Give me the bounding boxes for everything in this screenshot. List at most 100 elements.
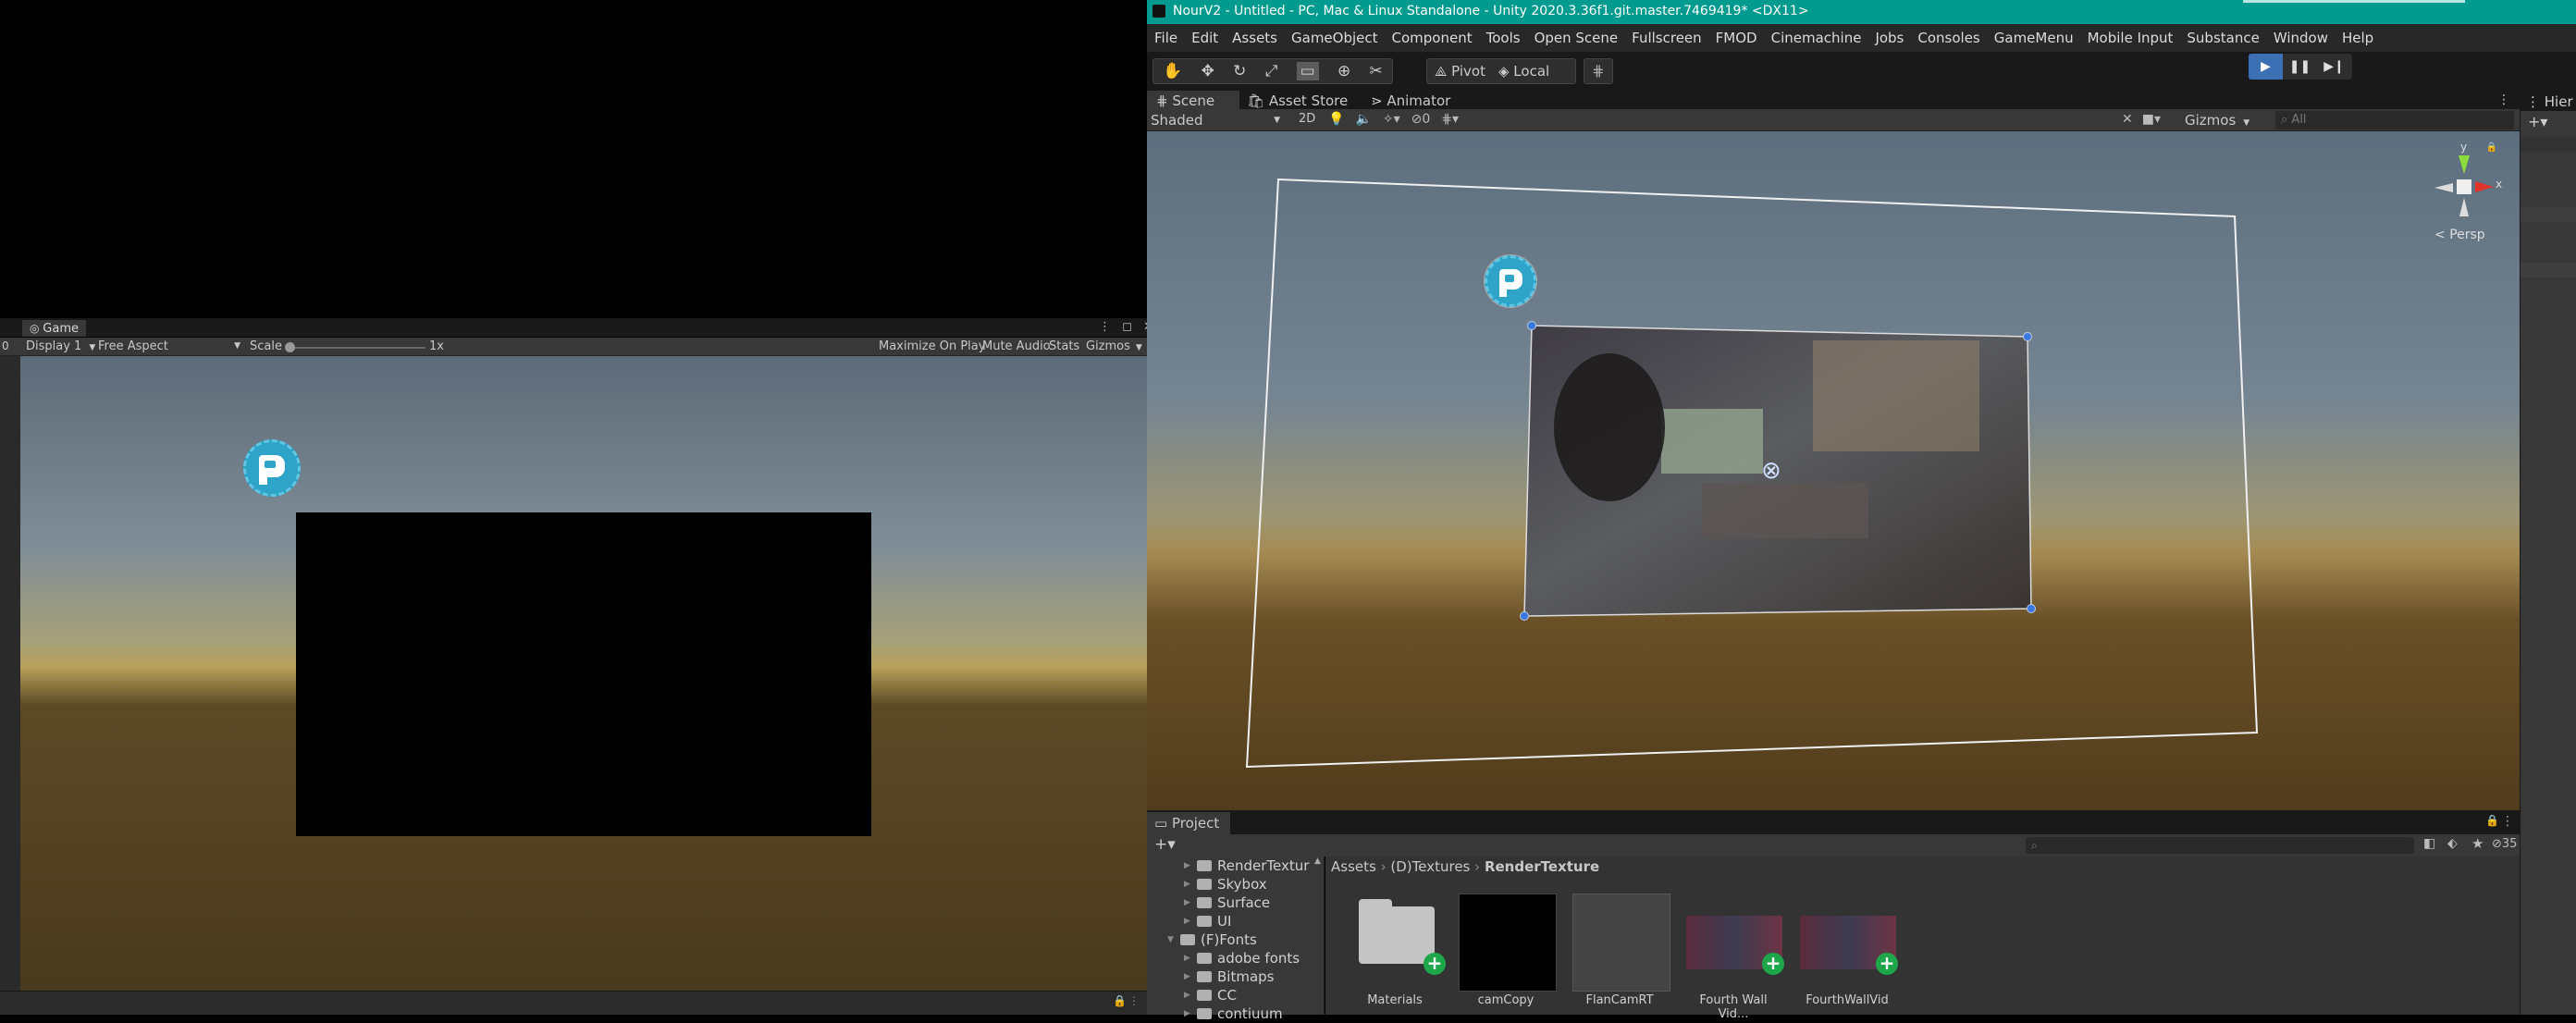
tools-icon[interactable]: ✕ xyxy=(2122,112,2133,127)
rect-pivot-icon[interactable]: ⊗ xyxy=(1761,457,1781,485)
menu-file[interactable]: File xyxy=(1154,24,1177,52)
custom-tool-icon[interactable]: ✂ xyxy=(1370,62,1383,80)
tree-scrollbar[interactable]: ▲ xyxy=(1314,857,1322,875)
menu-window[interactable]: Window xyxy=(2274,24,2328,52)
tree-item[interactable]: ▶ Skybox xyxy=(1147,875,1323,894)
gizmo-center-cube[interactable] xyxy=(2457,179,2471,194)
rect-handle-tr[interactable] xyxy=(2023,332,2032,341)
orientation-gizmo[interactable]: 🔒 y x < Persp xyxy=(2418,141,2502,244)
rect-tool-icon[interactable]: ▭ xyxy=(1296,62,1319,80)
scene-viewport[interactable]: ⊗ 🔒 y x < Persp xyxy=(1147,131,2520,810)
tab-animator[interactable]: ⋗ Animator xyxy=(1371,91,1450,111)
gizmo-x-cone[interactable] xyxy=(2475,181,2494,192)
menu-jobs[interactable]: Jobs xyxy=(1875,24,1904,52)
menu-mobile-input[interactable]: Mobile Input xyxy=(2088,24,2174,52)
hierarchy-row[interactable] xyxy=(2521,207,2576,222)
filter-type-icon[interactable]: ◧ xyxy=(2423,836,2435,851)
chevron-right-icon[interactable]: ▶ xyxy=(1184,880,1191,889)
2d-toggle[interactable]: 2D xyxy=(1299,112,1315,126)
rect-handle-bl[interactable] xyxy=(1520,611,1529,621)
tab-project[interactable]: ▭ Project xyxy=(1147,812,1230,834)
grid-snap-button[interactable]: ⋕ xyxy=(1584,58,1613,84)
breadcrumb-rendertexture[interactable]: RenderTexture xyxy=(1485,858,1599,875)
menu-cinemachine[interactable]: Cinemachine xyxy=(1771,24,1862,52)
scale-tool-icon[interactable]: ⤢ xyxy=(1265,62,1278,80)
lighting-icon[interactable]: 💡 xyxy=(1328,112,1344,127)
effects-icon[interactable]: ✧▾ xyxy=(1383,112,1400,127)
chevron-down-icon[interactable]: ▼ xyxy=(1167,935,1175,944)
menu-gamemenu[interactable]: GameMenu xyxy=(1994,24,2074,52)
hierarchy-add-button[interactable]: +▾ xyxy=(2528,113,2547,130)
menu-substance[interactable]: Substance xyxy=(2187,24,2259,52)
mute-audio-button[interactable]: Mute Audio xyxy=(982,339,1051,353)
hierarchy-row[interactable] xyxy=(2521,263,2576,277)
scene-gizmos-dropdown[interactable]: Gizmos ▼ xyxy=(2185,112,2249,129)
menu-fullscreen[interactable]: Fullscreen xyxy=(1632,24,1702,52)
create-asset-button[interactable]: +▾ xyxy=(1154,835,1176,854)
hidden-packages-icon[interactable]: ⊘35 xyxy=(2492,837,2517,851)
menu-tools[interactable]: Tools xyxy=(1486,24,1521,52)
audio-icon[interactable]: 🔈 xyxy=(1355,112,1371,127)
visibility-icon[interactable]: ⊘0 xyxy=(1411,112,1431,127)
chevron-right-icon[interactable]: ▶ xyxy=(1184,1009,1191,1018)
breadcrumb-assets[interactable]: Assets xyxy=(1331,858,1376,875)
gizmo-neg-x-cone[interactable] xyxy=(2434,183,2453,192)
lock-icon[interactable]: 🔒 xyxy=(1113,994,1127,1007)
tree-item[interactable]: ▶ UI xyxy=(1147,912,1323,931)
game-gizmos-dropdown[interactable]: Gizmos ▼ xyxy=(1086,339,1142,353)
tree-item[interactable]: ▶ RenderTextur xyxy=(1147,857,1323,875)
transform-tool-icon[interactable]: ⊕ xyxy=(1337,62,1350,80)
chevron-right-icon[interactable]: ▶ xyxy=(1184,991,1191,1000)
maximize-on-play-button[interactable]: Maximize On Play xyxy=(879,339,985,353)
display-dropdown[interactable]: Display 1 ▼ xyxy=(26,339,95,353)
tree-item[interactable]: ▶ adobe fonts xyxy=(1147,949,1323,968)
favorite-icon[interactable]: ★ xyxy=(2471,835,2484,852)
tree-item[interactable]: ▶ Bitmaps xyxy=(1147,968,1323,986)
tree-item[interactable]: ▼ (F)Fonts xyxy=(1147,931,1323,949)
tree-item[interactable]: ▶ CC xyxy=(1147,986,1323,1005)
menu-help[interactable]: Help xyxy=(2342,24,2373,52)
grid-icon[interactable]: ⋕▾ xyxy=(1441,112,1459,127)
asset-tile-materials[interactable]: + Materials xyxy=(1344,894,1446,1014)
rect-handle-tl[interactable] xyxy=(1527,321,1536,330)
scale-slider[interactable] xyxy=(285,342,425,352)
tab-scene[interactable]: ⋕ Scene xyxy=(1147,91,1239,111)
step-button[interactable]: ▶❙ xyxy=(2317,54,2351,80)
menu-fmod[interactable]: FMOD xyxy=(1716,24,1757,52)
tab-asset-store[interactable]: 🛍 Asset Store xyxy=(1247,91,1348,111)
tree-item[interactable]: ▶ Surface xyxy=(1147,894,1323,912)
asset-tile-camcopy[interactable]: camCopy xyxy=(1455,894,1557,1014)
filter-label-icon[interactable]: ⬖ xyxy=(2447,836,2458,851)
chevron-right-icon[interactable]: ▶ xyxy=(1184,954,1191,963)
menu-assets[interactable]: Assets xyxy=(1232,24,1277,52)
breadcrumb-textures[interactable]: (D)Textures xyxy=(1390,858,1470,875)
menu-open-scene[interactable]: Open Scene xyxy=(1535,24,1619,52)
asset-tile-flancamrt[interactable]: FlanCamRT xyxy=(1569,894,1670,1014)
menu-gameobject[interactable]: GameObject xyxy=(1291,24,1378,52)
gizmo-lock-icon[interactable]: 🔒 xyxy=(2486,142,2497,153)
menu-edit[interactable]: Edit xyxy=(1191,24,1218,52)
asset-tile-fourthwallvid[interactable]: + FourthWallVid xyxy=(1796,894,1898,1014)
chevron-right-icon[interactable]: ▶ xyxy=(1184,917,1191,926)
chevron-right-icon[interactable]: ▶ xyxy=(1184,972,1191,981)
maximize-icon[interactable]: ◻ xyxy=(1122,320,1132,334)
pivot-toggle[interactable]: ⟁ Pivot xyxy=(1427,63,1485,80)
rotate-tool-icon[interactable]: ↻ xyxy=(1233,62,1246,80)
scene-search-field[interactable]: ⌕ All xyxy=(2275,111,2514,129)
aspect-dropdown[interactable]: Free Aspect ▼ xyxy=(98,339,240,353)
asset-tile-fourth-wall-vid[interactable]: + Fourth Wall Vid... xyxy=(1682,894,1784,1021)
move-tool-icon[interactable]: ✥ xyxy=(1202,62,1214,80)
persp-label[interactable]: < Persp xyxy=(2434,228,2485,242)
more-options-icon[interactable]: ⋮ xyxy=(1128,994,1140,1007)
hierarchy-row[interactable] xyxy=(2521,137,2576,152)
tab-game[interactable]: ◎ Game xyxy=(22,320,86,337)
lock-icon[interactable]: 🔒 xyxy=(2485,814,2499,827)
tree-item[interactable]: ▶ contiuum xyxy=(1147,1005,1323,1023)
gizmo-neg-y-cone[interactable] xyxy=(2459,198,2469,216)
rect-handle-br[interactable] xyxy=(2027,604,2036,613)
chevron-right-icon[interactable]: ▶ xyxy=(1184,861,1191,870)
menu-component[interactable]: Component xyxy=(1392,24,1473,52)
gizmo-y-cone[interactable] xyxy=(2459,155,2470,174)
stats-button[interactable]: Stats xyxy=(1049,339,1079,353)
tab-hierarchy[interactable]: ⋮ Hier xyxy=(2526,93,2573,110)
